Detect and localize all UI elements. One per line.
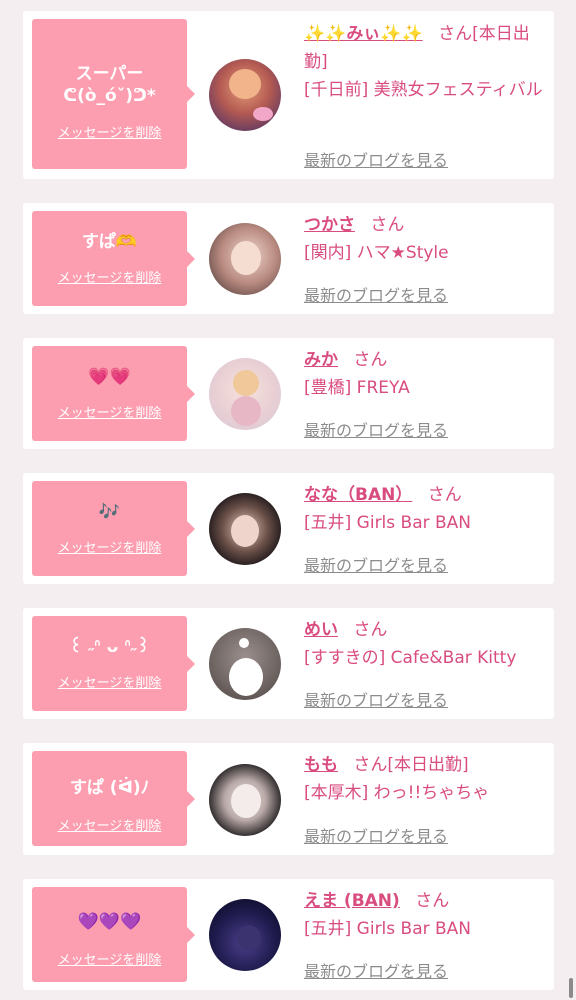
name-suffix: さん [353,620,388,640]
sender-name-link[interactable]: めい [304,620,338,640]
message-bubble: すぱ🫶 メッセージを削除 [32,211,195,306]
message-text: 💜💜💜 [77,912,142,932]
latest-blog-link[interactable]: 最新のブログを見る [304,147,448,171]
entry-info: ✨✨みぃ✨✨ さん[本日出勤] [千日前] 美熟女フェスティバル [304,20,550,104]
avatar-photo-icon [237,925,261,951]
message-bubble: スーパー ᕦ(ò_óˇ)ᕤ* メッセージを削除 [32,19,195,169]
shop-name: [豊橋] FREYA [304,378,410,398]
message-text: スーパー ᕦ(ò_óˇ)ᕤ* [63,64,156,106]
sender-name-link[interactable]: つかさ [304,215,355,235]
shop-name: [五井] Girls Bar BAN [304,919,472,939]
avatar-photo-icon [233,370,259,396]
delete-message-link[interactable]: メッセージを削除 [32,122,187,141]
list-item: 💗💗 メッセージを削除 みか さん [豊橋] FREYA 最新のブログを見る [23,338,554,449]
delete-message-link[interactable]: メッセージを削除 [32,537,187,556]
avatar-photo-icon [229,69,261,99]
message-text: ꒰ ˶ᐢ ᴗ ᐢ˶꒱ [69,637,150,657]
name-line: なな（BAN） さん [304,481,550,509]
sender-name-link[interactable]: ✨✨みぃ✨✨ [304,24,423,44]
name-line: ✨✨みぃ✨✨ さん[本日出勤] [304,20,550,76]
message-text: すぱ🫶 [81,232,138,252]
scrollbar-thumb[interactable] [569,978,573,998]
avatar[interactable] [209,223,281,295]
message-text: 🎶 [98,502,121,522]
name-line: もも さん[本日出勤] [304,751,550,779]
latest-blog-link[interactable]: 最新のブログを見る [304,552,448,576]
avatar-photo-icon [231,784,261,818]
avatar-photo-icon [231,515,259,547]
latest-blog-link[interactable]: 最新のブログを見る [304,282,448,306]
entry-info: えま (BAN) さん [五井] Girls Bar BAN [304,887,550,943]
delete-message-link[interactable]: メッセージを削除 [32,815,187,834]
star-icon [239,638,249,648]
entry-info: めい さん [すすきの] Cafe&Bar Kitty [304,616,550,672]
avatar-accent-icon [253,107,273,121]
message-bubble: ꒰ ˶ᐢ ᴗ ᐢ˶꒱ メッセージを削除 [32,616,195,711]
message-bubble: 💜💜💜 メッセージを削除 [32,887,195,982]
delete-message-link[interactable]: メッセージを削除 [32,267,187,286]
avatar[interactable] [209,899,281,971]
latest-blog-link[interactable]: 最新のブログを見る [304,958,448,982]
avatar-photo-icon [229,658,263,696]
message-text: 💗💗 [88,367,131,387]
latest-blog-link[interactable]: 最新のブログを見る [304,823,448,847]
shop-name: [関内] ハマ★Style [304,243,449,263]
name-suffix: さん [415,891,450,911]
shop-name: [五井] Girls Bar BAN [304,513,472,533]
sender-name-link[interactable]: なな（BAN） [304,485,412,505]
entry-info: なな（BAN） さん [五井] Girls Bar BAN [304,481,550,537]
sender-name-link[interactable]: えま (BAN) [304,891,400,911]
name-line: めい さん [304,616,550,644]
delete-message-link[interactable]: メッセージを削除 [32,672,187,691]
name-line: えま (BAN) さん [304,887,550,915]
entry-info: つかさ さん [関内] ハマ★Style [304,211,550,267]
name-suffix: さん [427,485,462,505]
entry-info: みか さん [豊橋] FREYA [304,346,550,402]
latest-blog-link[interactable]: 最新のブログを見る [304,687,448,711]
list-item: 🎶 メッセージを削除 なな（BAN） さん [五井] Girls Bar BAN… [23,473,554,584]
shop-name: [すすきの] Cafe&Bar Kitty [304,648,517,668]
avatar[interactable] [209,59,281,131]
delete-message-link[interactable]: メッセージを削除 [32,949,187,968]
name-suffix: さん [353,350,388,370]
sender-name-link[interactable]: もも [304,755,338,775]
shop-name: [本厚木] わっ!!ちゃちゃ [304,783,490,803]
avatar-accent-icon [231,396,261,426]
name-suffix: さん[本日出勤] [353,755,469,775]
avatar[interactable] [209,628,281,700]
message-text: すぱ (ᐛ)ﾉ [69,778,150,798]
name-suffix: さん [370,215,405,235]
list-item: 💜💜💜 メッセージを削除 えま (BAN) さん [五井] Girls Bar … [23,879,554,990]
delete-message-link[interactable]: メッセージを削除 [32,402,187,421]
sender-name-link[interactable]: みか [304,350,338,370]
avatar[interactable] [209,358,281,430]
avatar[interactable] [209,493,281,565]
avatar-photo-icon [231,241,261,275]
message-bubble: 💗💗 メッセージを削除 [32,346,195,441]
latest-blog-link[interactable]: 最新のブログを見る [304,417,448,441]
name-line: つかさ さん [304,211,550,239]
message-bubble: 🎶 メッセージを削除 [32,481,195,576]
entry-info: もも さん[本日出勤] [本厚木] わっ!!ちゃちゃ [304,751,550,807]
list-item: すぱ🫶 メッセージを削除 つかさ さん [関内] ハマ★Style 最新のブログ… [23,203,554,314]
list-item: スーパー ᕦ(ò_óˇ)ᕤ* メッセージを削除 ✨✨みぃ✨✨ さん[本日出勤] … [23,11,554,179]
message-bubble: すぱ (ᐛ)ﾉ メッセージを削除 [32,751,195,846]
avatar[interactable] [209,764,281,836]
list-item: すぱ (ᐛ)ﾉ メッセージを削除 もも さん[本日出勤] [本厚木] わっ!!ち… [23,743,554,855]
shop-name: [千日前] 美熟女フェスティバル [304,80,543,100]
list-item: ꒰ ˶ᐢ ᴗ ᐢ˶꒱ メッセージを削除 めい さん [すすきの] Cafe&Ba… [23,608,554,719]
name-line: みか さん [304,346,550,374]
